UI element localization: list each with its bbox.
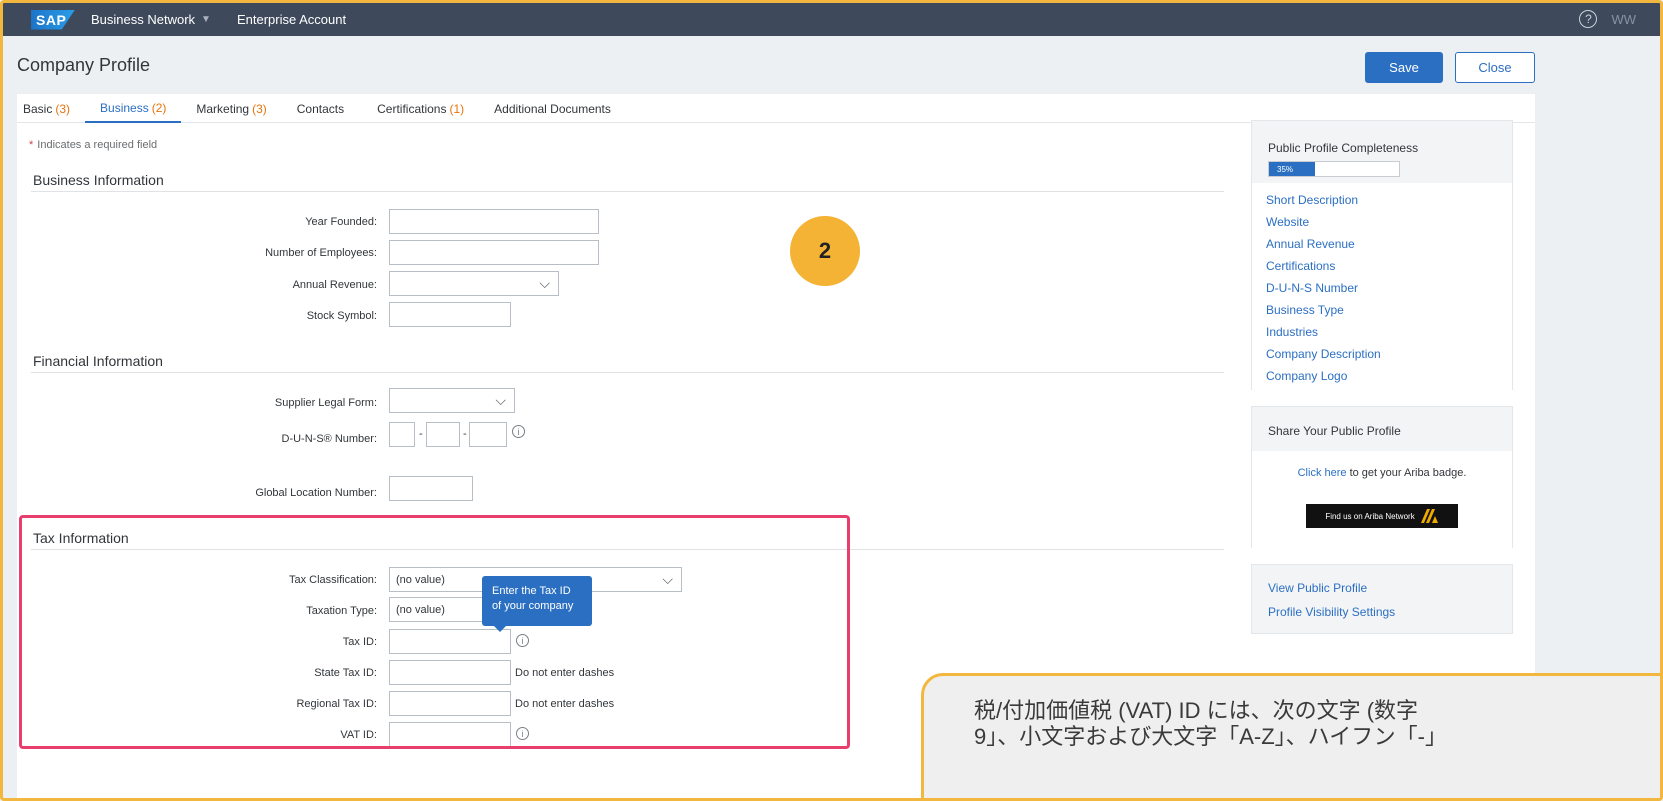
shell-bar: SAP Business Network ▼ Enterprise Accoun… <box>3 3 1660 36</box>
link-certifications[interactable]: Certifications <box>1266 259 1335 273</box>
employees-input[interactable] <box>389 240 599 265</box>
chevron-down-icon: ⌵ <box>539 275 550 291</box>
chevron-down-icon: ⌵ <box>662 571 673 587</box>
tax-id-label: Tax ID: <box>342 636 377 648</box>
duns-part-1[interactable] <box>389 422 415 447</box>
link-company-logo[interactable]: Company Logo <box>1266 369 1347 383</box>
ariba-logo-icon <box>1420 509 1438 523</box>
year-founded-label: Year Founded: <box>305 216 377 228</box>
section-divider <box>31 372 1224 373</box>
stock-symbol-input[interactable] <box>389 302 511 327</box>
completeness-progress-fill: 35% <box>1269 162 1315 176</box>
duns-label: D-U-N-S® Number: <box>281 433 378 445</box>
account-type: Enterprise Account <box>236 12 347 27</box>
link-company-description[interactable]: Company Description <box>1266 347 1381 361</box>
link-short-description[interactable]: Short Description <box>1266 193 1358 207</box>
share-body: Click here to get your Ariba badge. Find… <box>1252 451 1512 548</box>
regional-tax-label: Regional Tax ID: <box>296 698 377 710</box>
gln-input[interactable] <box>389 476 473 501</box>
completeness-progress: 35% <box>1268 161 1400 177</box>
year-founded-input[interactable] <box>389 209 599 234</box>
employees-label: Number of Employees: <box>265 247 377 259</box>
link-website[interactable]: Website <box>1266 215 1309 229</box>
tab-business[interactable]: Business (2) <box>85 94 182 123</box>
taxation-type-select[interactable]: (no value) <box>389 597 489 622</box>
tab-basic[interactable]: Basic (3) <box>17 94 85 123</box>
link-duns-number[interactable]: D-U-N-S Number <box>1266 281 1358 295</box>
vat-input[interactable] <box>389 722 511 747</box>
chevron-down-icon: ▼ <box>201 14 211 25</box>
profile-links-panel: View Public Profile Profile Visibility S… <box>1251 564 1513 634</box>
tab-certifications[interactable]: Certifications (1) <box>362 94 479 123</box>
regional-tax-hint: Do not enter dashes <box>515 698 615 710</box>
tax-info-title: Tax Information <box>33 530 129 546</box>
tax-id-tooltip: Enter the Tax ID of your company <box>482 576 592 632</box>
link-industries[interactable]: Industries <box>1266 325 1318 339</box>
business-info-title: Business Information <box>33 172 164 188</box>
share-text: Click here to get your Ariba badge. <box>1297 467 1467 479</box>
user-avatar[interactable]: WW <box>1611 12 1636 27</box>
completeness-title: Public Profile Completeness <box>1268 141 1419 155</box>
product-name: Business Network <box>91 12 196 27</box>
info-icon[interactable]: i <box>516 727 529 740</box>
tax-id-input[interactable] <box>389 629 511 654</box>
vat-label: VAT ID: <box>340 729 377 741</box>
stock-label: Stock Symbol: <box>306 310 377 322</box>
close-button[interactable]: Close <box>1455 52 1535 83</box>
profile-visibility-link[interactable]: Profile Visibility Settings <box>1268 605 1395 619</box>
revenue-label: Annual Revenue: <box>292 279 377 291</box>
view-public-profile-link[interactable]: View Public Profile <box>1268 581 1367 595</box>
revenue-select[interactable]: ⌵ <box>389 271 559 296</box>
legal-form-label: Supplier Legal Form: <box>274 397 377 409</box>
share-title: Share Your Public Profile <box>1268 424 1401 438</box>
info-icon[interactable]: i <box>516 634 529 647</box>
info-icon[interactable]: i <box>512 425 525 438</box>
duns-dash: - <box>463 428 467 440</box>
regional-tax-input[interactable] <box>389 691 511 716</box>
tax-classification-label: Tax Classification: <box>288 574 377 586</box>
click-here-link[interactable]: Click here <box>1298 467 1347 479</box>
duns-part-3[interactable] <box>469 422 507 447</box>
section-divider <box>31 191 1224 192</box>
duns-part-2[interactable] <box>426 422 460 447</box>
instruction-callout: 税/付加価値税 (VAT) ID には、次の文字 (数字 9」、小文字および大文… <box>921 673 1660 798</box>
taxation-type-label: Taxation Type: <box>306 605 377 617</box>
screenshot-frame: SAP Business Network ▼ Enterprise Accoun… <box>0 0 1663 801</box>
tab-contacts[interactable]: Contacts <box>282 94 362 123</box>
page-header: Company Profile Save Close <box>3 36 1660 94</box>
completeness-links: Short Description Website Annual Revenue… <box>1252 183 1512 390</box>
link-annual-revenue[interactable]: Annual Revenue <box>1266 237 1355 251</box>
state-tax-input[interactable] <box>389 660 511 685</box>
chevron-down-icon: ⌵ <box>495 392 506 408</box>
step-number-badge: 2 <box>790 216 860 286</box>
sap-logo: SAP <box>31 9 75 30</box>
financial-info-title: Financial Information <box>33 353 163 369</box>
tab-marketing[interactable]: Marketing (3) <box>181 94 281 123</box>
share-panel: Share Your Public Profile Click here to … <box>1251 406 1513 548</box>
help-icon[interactable]: ? <box>1579 10 1598 28</box>
ariba-badge[interactable]: Find us on Ariba Network <box>1306 504 1458 528</box>
completeness-panel: Public Profile Completeness 35% Short De… <box>1251 120 1513 390</box>
product-switcher[interactable]: Business Network ▼ <box>91 12 211 27</box>
section-divider <box>31 549 1224 550</box>
state-tax-hint: Do not enter dashes <box>515 667 615 679</box>
tab-additional-documents[interactable]: Additional Documents <box>479 94 629 123</box>
page-title: Company Profile <box>17 55 151 75</box>
save-button[interactable]: Save <box>1365 52 1443 83</box>
legal-form-select[interactable]: ⌵ <box>389 388 515 413</box>
state-tax-label: State Tax ID: <box>314 667 377 679</box>
profile-tabs: Basic (3) Business (2) Marketing (3) Contac… <box>17 94 1535 123</box>
gln-label: Global Location Number: <box>255 487 377 499</box>
link-business-type[interactable]: Business Type <box>1266 303 1344 317</box>
required-note: * Indicates a required field <box>29 139 158 151</box>
duns-dash: - <box>419 428 423 440</box>
